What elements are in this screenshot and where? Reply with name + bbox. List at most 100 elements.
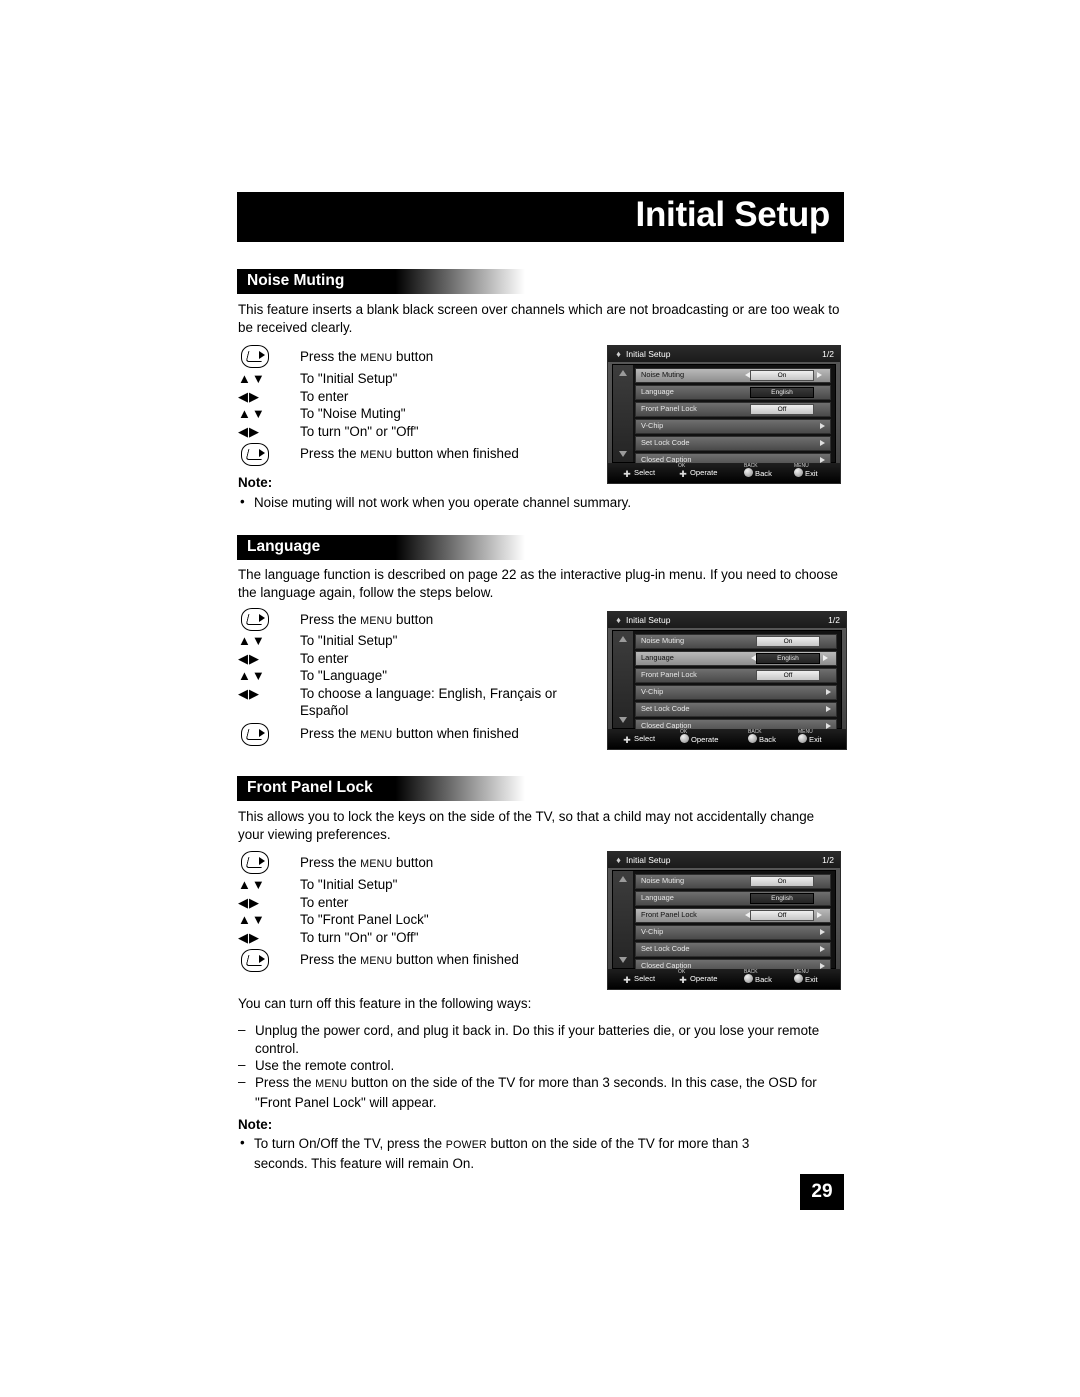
scroll-up-icon[interactable] — [619, 876, 627, 882]
step-cue: ▲▼ — [238, 912, 266, 927]
osd-row-value: English — [750, 893, 814, 904]
chevron-right-icon — [826, 706, 831, 712]
osd-row-value: On — [750, 370, 814, 381]
osd-row-language[interactable]: Language English — [635, 385, 831, 400]
osd-scroll-column[interactable] — [613, 871, 633, 968]
step-text: To "Initial Setup" — [300, 371, 398, 386]
footer-exit[interactable]: MENU Exit — [794, 969, 818, 984]
scroll-down-icon[interactable] — [619, 717, 627, 723]
osd-row-label: V-Chip — [641, 421, 664, 430]
step-cue: ◀▶ — [238, 650, 260, 666]
osd-scroll-column[interactable] — [613, 631, 633, 728]
footer-cap: BACK — [744, 969, 758, 975]
section-heading-label: Noise Muting — [247, 272, 345, 289]
dash-glyph: – — [238, 1057, 246, 1072]
dash-glyph: – — [238, 1074, 246, 1089]
step-text: Press the MENU button — [300, 612, 434, 627]
osd-row-value: Off — [750, 404, 814, 415]
scroll-up-icon[interactable] — [619, 636, 627, 642]
osd-row-set-lock-code[interactable]: Set Lock Code — [635, 942, 831, 957]
osd-row-front-panel-lock[interactable]: Front Panel Lock Off — [635, 908, 831, 923]
step-cue: ▲▼ — [238, 877, 266, 892]
footer-back[interactable]: BACK Back — [744, 969, 772, 984]
osd-row-set-lock-code[interactable]: Set Lock Code — [635, 436, 831, 451]
footer-select[interactable]: ✚ Select — [622, 974, 655, 985]
osd-row-label: Language — [641, 653, 674, 662]
osd-row-label: Front Panel Lock — [641, 404, 697, 413]
step-text: To enter — [300, 894, 349, 910]
step-text: To enter — [300, 388, 349, 404]
footer-back[interactable]: BACK Back — [744, 463, 772, 478]
page-number: 29 — [800, 1174, 844, 1210]
osd-row-v-chip[interactable]: V-Chip — [635, 925, 831, 940]
step-text: To "Language" — [300, 668, 387, 683]
scroll-down-icon[interactable] — [619, 957, 627, 963]
right-arrow-icon[interactable] — [823, 655, 828, 661]
osd-row-label: Noise Muting — [641, 876, 685, 885]
footer-operate[interactable]: OK ✚ Operate — [678, 969, 717, 985]
step-row: Press the MENU button — [238, 345, 578, 371]
closing-item-1: Unplug the power cord, and plug it back … — [255, 1023, 820, 1056]
step-text: Press the MENU button when finished — [300, 952, 519, 967]
osd-row-noise-muting[interactable]: Noise Muting On — [635, 368, 831, 383]
closing-lead: You can turn off this feature in the fol… — [238, 996, 532, 1011]
dash-glyph: – — [238, 1022, 246, 1037]
bullet-glyph: • — [240, 494, 245, 509]
osd-row-noise-muting[interactable]: Noise Muting On — [635, 634, 837, 649]
step-row: Press the MENU button when finished — [238, 441, 578, 467]
osd-row-set-lock-code[interactable]: Set Lock Code — [635, 702, 837, 717]
step-cue: ◀▶ — [238, 685, 260, 701]
footer-exit[interactable]: MENU Exit — [794, 463, 818, 478]
step-row: ▲▼ To "Initial Setup" — [238, 371, 578, 389]
osd-footer: ✚ Select OK Operate BACK Back MENU Exit — [608, 729, 846, 749]
manual-page: Initial Setup Noise Muting This feature … — [0, 0, 1080, 1397]
footer-select[interactable]: ✚ Select — [622, 734, 655, 745]
footer-cap: MENU — [794, 969, 809, 975]
dpad-icon: ✚ — [623, 735, 631, 745]
step-text: Press the MENU button — [300, 349, 434, 364]
chevron-right-icon — [826, 689, 831, 695]
step-text: To turn "On" or "Off" — [300, 423, 419, 439]
right-arrow-icon[interactable] — [817, 912, 822, 918]
footer-operate[interactable]: OK Operate — [680, 729, 718, 744]
dpad-icon: ✚ — [679, 469, 687, 479]
osd-screenshot-language: ♦ Initial Setup 1/2 Noise Muting On Lang… — [607, 611, 847, 750]
scroll-up-icon[interactable] — [619, 370, 627, 376]
footer-exit[interactable]: MENU Exit — [798, 729, 822, 744]
menu-button-icon — [241, 949, 269, 972]
step-text: Press the MENU button when finished — [300, 725, 519, 741]
page-header-bar: Initial Setup — [237, 192, 844, 242]
footer-cap: BACK — [748, 729, 762, 735]
footer-back[interactable]: BACK Back — [748, 729, 776, 744]
osd-row-language[interactable]: Language English — [635, 651, 837, 666]
step-row: ◀▶ To enter — [238, 389, 578, 407]
osd-row-front-panel-lock[interactable]: Front Panel Lock Off — [635, 402, 831, 417]
step-row: Press the MENU button — [238, 851, 578, 877]
osd-title-icon: ♦ — [616, 855, 621, 865]
osd-footer: ✚ Select OK ✚ Operate BACK Back MENU Exit — [608, 463, 840, 483]
footer-cap: MENU — [798, 729, 813, 735]
osd-row-v-chip[interactable]: V-Chip — [635, 419, 831, 434]
page-title: Initial Setup — [635, 195, 831, 234]
osd-row-language[interactable]: Language English — [635, 891, 831, 906]
osd-row-label: Set Lock Code — [641, 944, 690, 953]
osd-row-v-chip[interactable]: V-Chip — [635, 685, 837, 700]
osd-screenshot-front-panel-lock: ♦ Initial Setup 1/2 Noise Muting On Lang… — [607, 851, 841, 990]
osd-row-noise-muting[interactable]: Noise Muting On — [635, 874, 831, 889]
osd-row-label: Front Panel Lock — [641, 670, 697, 679]
step-text: Press the MENU button — [300, 855, 434, 870]
language-intro: The language function is described on pa… — [238, 567, 839, 600]
step-row: Press the MENU button when finished — [238, 721, 598, 747]
osd-title-label: Initial Setup — [626, 615, 671, 625]
round-button-icon — [680, 734, 689, 743]
right-arrow-icon[interactable] — [817, 372, 822, 378]
step-text: Español — [300, 703, 349, 718]
osd-titlebar: ♦ Initial Setup 1/2 — [608, 346, 840, 362]
footer-operate[interactable]: OK ✚ Operate — [678, 463, 717, 479]
closing-item-3: Press the MENU button on the side of the… — [255, 1075, 817, 1110]
osd-scroll-column[interactable] — [613, 365, 633, 462]
footer-select[interactable]: ✚ Select — [622, 468, 655, 479]
step-cue: ▲▼ — [238, 371, 266, 386]
scroll-down-icon[interactable] — [619, 451, 627, 457]
osd-row-front-panel-lock[interactable]: Front Panel Lock Off — [635, 668, 837, 683]
